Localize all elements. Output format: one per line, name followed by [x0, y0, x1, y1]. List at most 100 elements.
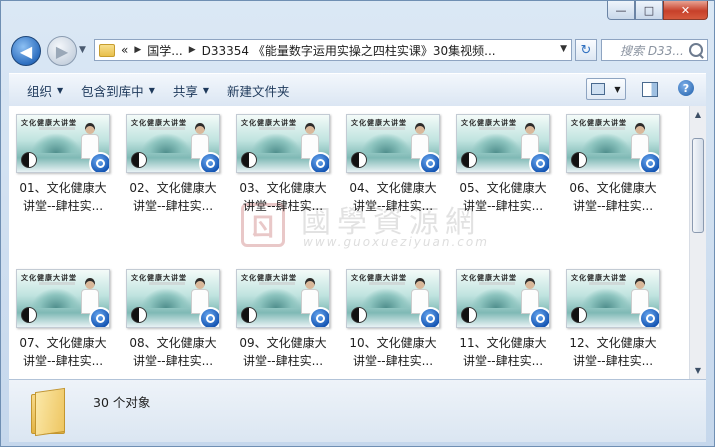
include-in-library-label: 包含到库中: [81, 83, 144, 99]
breadcrumb-overflow[interactable]: «: [121, 43, 128, 57]
mountain-image: [31, 133, 81, 153]
file-name: 10、文化健康大 讲堂--肆柱实...: [343, 334, 443, 370]
include-in-library-menu[interactable]: 包含到库中 ▼: [81, 81, 155, 100]
video-thumbnail: 文化健康大讲堂: [16, 269, 110, 328]
yin-yang-icon: [131, 307, 147, 323]
watermark-url: www.guoxueziyuan.com: [303, 235, 489, 249]
explorer-window: — □ ✕ ◀ ▶ ▼ « ▶ 国学... ▶ D33354 《能量数字运用实操…: [0, 0, 715, 447]
back-button[interactable]: ◀: [11, 36, 41, 66]
yin-yang-icon: [131, 152, 147, 168]
file-name-line2: 讲堂--肆柱实...: [132, 199, 214, 213]
mountain-image: [471, 133, 521, 153]
file-item[interactable]: 文化健康大讲堂 04、文化健康大 讲堂--肆柱实...: [343, 114, 443, 215]
file-name: 06、文化健康大 讲堂--肆柱实...: [563, 179, 663, 215]
file-item[interactable]: 文化健康大讲堂 06、文化健康大 讲堂--肆柱实...: [563, 114, 663, 215]
mountain-image: [251, 133, 301, 153]
file-name-line1: 10、文化健康大: [349, 336, 437, 350]
chevron-down-icon: ▼: [148, 85, 155, 95]
file-name-line2: 讲堂--肆柱实...: [462, 199, 544, 213]
refresh-button[interactable]: ↻: [575, 39, 597, 61]
file-name-line2: 讲堂--肆柱实...: [572, 354, 654, 368]
minimize-button[interactable]: —: [607, 1, 635, 20]
video-thumbnail: 文化健康大讲堂: [16, 114, 110, 173]
file-name-line2: 讲堂--肆柱实...: [352, 199, 434, 213]
scroll-up-icon[interactable]: ▲: [690, 106, 706, 123]
breadcrumb-item-current[interactable]: D33354 《能量数字运用实操之四柱实课》30集视频...: [202, 42, 496, 59]
search-input[interactable]: 搜索 D33...: [601, 39, 708, 61]
organize-menu[interactable]: 组织 ▼: [27, 81, 63, 100]
chevron-down-icon: ▼: [79, 45, 86, 55]
mountain-image: [141, 288, 191, 308]
yin-yang-icon: [461, 307, 477, 323]
file-name-line2: 讲堂--肆柱实...: [572, 199, 654, 213]
scrollbar-thumb[interactable]: [692, 138, 704, 233]
forward-button[interactable]: ▶: [47, 36, 77, 66]
file-item[interactable]: 文化健康大讲堂 01、文化健康大 讲堂--肆柱实...: [13, 114, 113, 215]
file-item[interactable]: 文化健康大讲堂 09、文化健康大 讲堂--肆柱实...: [233, 269, 333, 370]
file-item[interactable]: 文化健康大讲堂 07、文化健康大 讲堂--肆柱实...: [13, 269, 113, 370]
file-item[interactable]: 文化健康大讲堂 02、文化健康大 讲堂--肆柱实...: [123, 114, 223, 215]
file-name-line2: 讲堂--肆柱实...: [132, 354, 214, 368]
vertical-scrollbar[interactable]: ▲ ▼: [689, 106, 706, 379]
close-button[interactable]: ✕: [663, 1, 708, 20]
file-name-line2: 讲堂--肆柱实...: [22, 199, 104, 213]
video-thumbnail: 文化健康大讲堂: [236, 269, 330, 328]
folder-icon: [99, 43, 115, 57]
preview-pane-button[interactable]: [642, 82, 658, 97]
file-name: 12、文化健康大 讲堂--肆柱实...: [563, 334, 663, 370]
item-count: 30 个对象: [93, 395, 151, 410]
yin-yang-icon: [241, 152, 257, 168]
video-thumbnail: 文化健康大讲堂: [566, 114, 660, 173]
scroll-down-icon[interactable]: ▼: [690, 362, 706, 379]
file-item[interactable]: 文化健康大讲堂 11、文化健康大 讲堂--肆柱实...: [453, 269, 553, 370]
file-name-line1: 01、文化健康大: [19, 181, 107, 195]
file-name-line1: 05、文化健康大: [459, 181, 547, 195]
help-button[interactable]: ?: [678, 80, 694, 96]
chevron-down-icon: ▼: [614, 84, 621, 94]
file-item[interactable]: 文化健康大讲堂 12、文化健康大 讲堂--肆柱实...: [563, 269, 663, 370]
navigation-bar: ◀ ▶ ▼ « ▶ 国学... ▶ D33354 《能量数字运用实操之四柱实课》…: [9, 35, 708, 67]
file-item[interactable]: 文化健康大讲堂 03、文化健康大 讲堂--肆柱实...: [233, 114, 333, 215]
recent-pages-dropdown[interactable]: ▼: [79, 45, 86, 55]
file-name-line1: 09、文化健康大: [239, 336, 327, 350]
share-label: 共享: [172, 83, 198, 99]
video-thumbnail: 文化健康大讲堂: [346, 269, 440, 328]
file-name-line2: 讲堂--肆柱实...: [242, 354, 324, 368]
yin-yang-icon: [351, 152, 367, 168]
mountain-image: [581, 288, 631, 308]
change-view-button[interactable]: ▼: [586, 78, 626, 100]
mountain-image: [471, 288, 521, 308]
video-file-icon: [89, 152, 109, 172]
video-file-icon: [419, 152, 439, 172]
video-thumbnail: 文化健康大讲堂: [456, 114, 550, 173]
breadcrumb-item-parent[interactable]: 国学...: [147, 42, 182, 59]
file-item[interactable]: 文化健康大讲堂 05、文化健康大 讲堂--肆柱实...: [453, 114, 553, 215]
file-name: 01、文化健康大 讲堂--肆柱实...: [13, 179, 113, 215]
mountain-image: [141, 133, 191, 153]
file-name-line1: 11、文化健康大: [459, 336, 547, 350]
address-dropdown-icon[interactable]: ▼: [560, 44, 567, 54]
breadcrumb-separator-icon[interactable]: ▶: [189, 45, 196, 55]
share-menu[interactable]: 共享 ▼: [173, 81, 209, 100]
video-file-icon: [199, 152, 219, 172]
search-icon: [689, 43, 703, 57]
mountain-image: [361, 288, 411, 308]
help-icon: ?: [682, 81, 690, 95]
video-file-icon: [529, 152, 549, 172]
file-name-line1: 08、文化健康大: [129, 336, 217, 350]
file-name-line1: 12、文化健康大: [569, 336, 657, 350]
file-item[interactable]: 文化健康大讲堂 08、文化健康大 讲堂--肆柱实...: [123, 269, 223, 370]
maximize-button[interactable]: □: [635, 1, 663, 20]
new-folder-button[interactable]: 新建文件夹: [227, 81, 290, 100]
video-file-icon: [309, 307, 329, 327]
video-file-icon: [639, 152, 659, 172]
video-thumbnail: 文化健康大讲堂: [566, 269, 660, 328]
mountain-image: [361, 133, 411, 153]
file-name: 02、文化健康大 讲堂--肆柱实...: [123, 179, 223, 215]
address-bar[interactable]: « ▶ 国学... ▶ D33354 《能量数字运用实操之四柱实课》30集视频.…: [94, 39, 572, 61]
file-name-line2: 讲堂--肆柱实...: [352, 354, 434, 368]
mountain-image: [581, 133, 631, 153]
breadcrumb-separator-icon[interactable]: ▶: [134, 45, 141, 55]
details-pane: 30 个对象: [9, 379, 706, 442]
file-item[interactable]: 文化健康大讲堂 10、文化健康大 讲堂--肆柱实...: [343, 269, 443, 370]
